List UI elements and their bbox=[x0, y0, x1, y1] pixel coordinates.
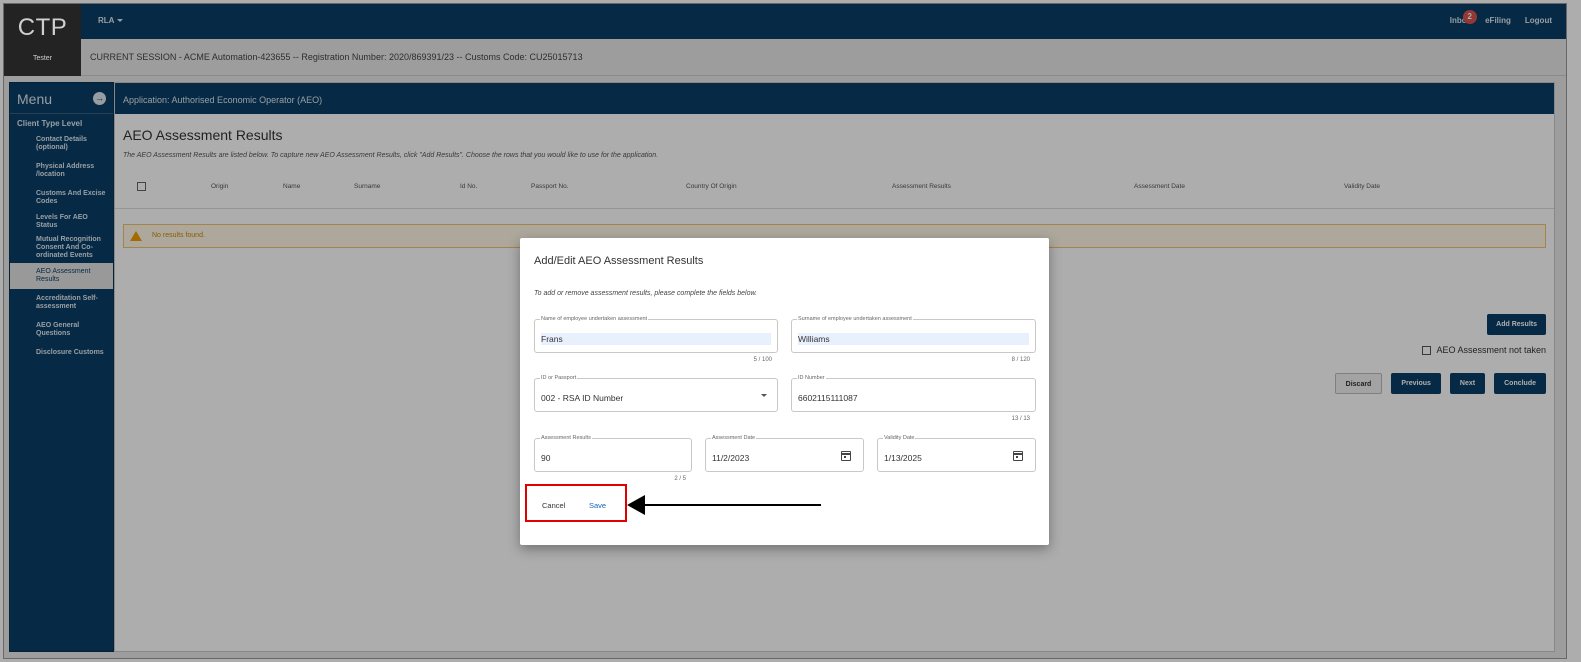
assessment-results-counter: 2 / 5 bbox=[674, 476, 686, 482]
employee-name-counter: 5 / 100 bbox=[753, 357, 772, 363]
employee-surname-value: Williams bbox=[798, 333, 1029, 345]
validity-date-field[interactable]: Validity Date 1/13/2025 bbox=[877, 435, 1036, 472]
employee-surname-field[interactable]: Surname of employee undertaken assessmen… bbox=[791, 316, 1036, 353]
assessment-date-value: 11/2/2023 bbox=[712, 453, 750, 463]
employee-surname-counter: 8 / 120 bbox=[1011, 357, 1030, 363]
logo-text: CTP bbox=[17, 14, 68, 41]
assessment-date-label: Assessment Date bbox=[711, 435, 757, 442]
employee-name-label: Name of employee undertaken assessment bbox=[540, 316, 649, 323]
dialog-description: To add or remove assessment results, ple… bbox=[534, 290, 758, 297]
id-or-passport-label: ID or Passport bbox=[540, 375, 578, 382]
ctp-logo: CTP Tester bbox=[4, 4, 81, 76]
calendar-icon[interactable] bbox=[841, 451, 851, 461]
id-number-field[interactable]: ID Number 6602115111087 bbox=[791, 375, 1036, 412]
validity-date-value: 1/13/2025 bbox=[884, 453, 922, 463]
id-or-passport-select[interactable]: ID or Passport 002 - RSA ID Number bbox=[534, 375, 778, 412]
id-number-label: ID Number bbox=[797, 375, 826, 382]
chevron-down-icon bbox=[761, 394, 767, 397]
calendar-icon[interactable] bbox=[1013, 451, 1023, 461]
annotation-arrow-head bbox=[627, 495, 645, 515]
user-role: Tester bbox=[32, 55, 53, 62]
employee-name-field[interactable]: Name of employee undertaken assessment F… bbox=[534, 316, 778, 353]
assessment-results-value: 90 bbox=[541, 453, 551, 463]
id-or-passport-value: 002 - RSA ID Number bbox=[541, 393, 624, 403]
assessment-results-field[interactable]: Assessment Results 90 bbox=[534, 435, 692, 472]
assessment-results-label: Assessment Results bbox=[540, 435, 592, 442]
id-number-value: 6602115111087 bbox=[798, 393, 858, 403]
assessment-date-field[interactable]: Assessment Date 11/2/2023 bbox=[705, 435, 864, 472]
employee-surname-label: Surname of employee undertaken assessmen… bbox=[797, 316, 913, 323]
annotation-arrow-line bbox=[640, 504, 821, 506]
id-number-counter: 13 / 13 bbox=[1011, 416, 1030, 422]
highlight-box bbox=[525, 484, 627, 522]
employee-name-value: Frans bbox=[541, 333, 771, 345]
dialog-title: Add/Edit AEO Assessment Results bbox=[534, 255, 704, 267]
validity-date-label: Validity Date bbox=[883, 435, 916, 442]
